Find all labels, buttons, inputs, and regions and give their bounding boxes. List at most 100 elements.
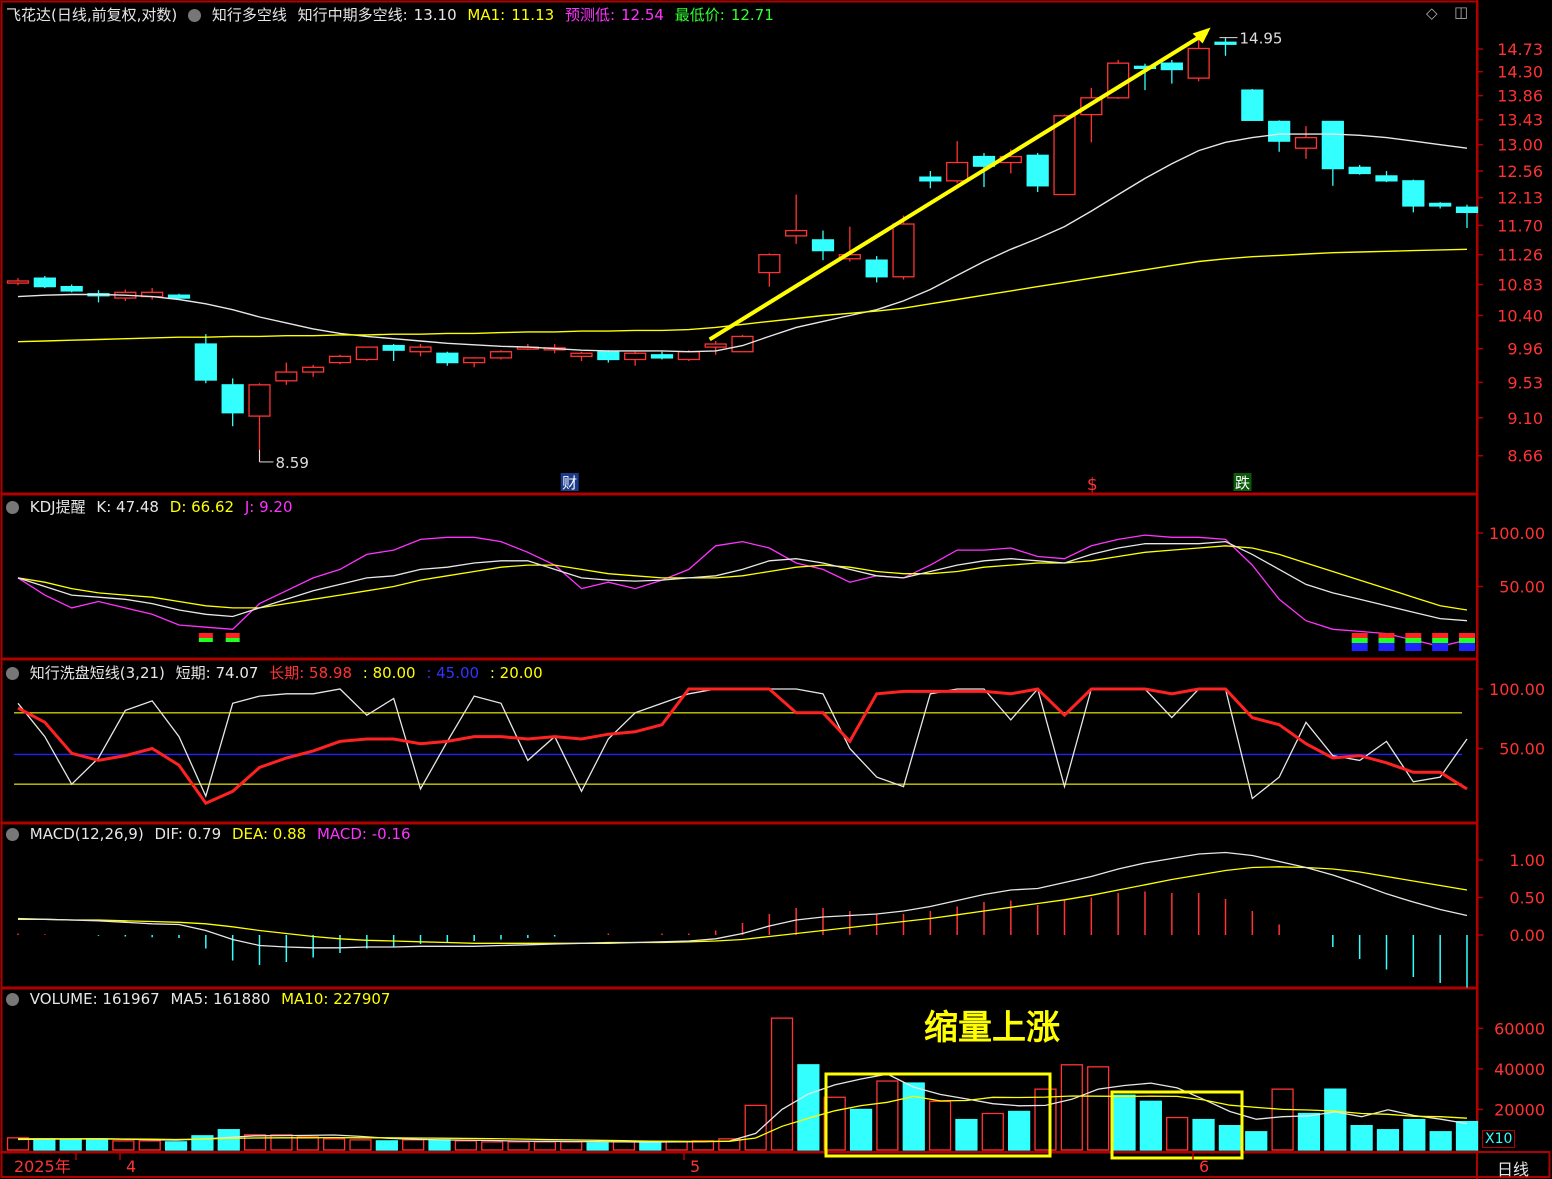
macd-header: MACD(12,26,9) DIF: 0.79 DEA: 0.88 MACD: … xyxy=(6,825,417,843)
volume-bar xyxy=(1324,1088,1347,1151)
pred-low-value: 12.54 xyxy=(621,6,664,24)
candle-body xyxy=(302,366,325,373)
wash-collapse-icon[interactable] xyxy=(6,667,19,680)
volume-bar xyxy=(1245,1131,1268,1151)
volume-bar xyxy=(243,1134,267,1151)
candle-body xyxy=(60,285,83,292)
xaxis-frame xyxy=(0,1151,1551,1178)
volume-bar xyxy=(349,1139,372,1151)
pane-frame-3 xyxy=(0,822,1479,989)
volume-bar xyxy=(85,1138,109,1151)
volume-bar xyxy=(665,1141,688,1151)
volume-bar xyxy=(1455,1120,1479,1151)
volume-bar xyxy=(955,1118,978,1151)
volume-bar xyxy=(33,1138,56,1151)
candle-body xyxy=(221,384,244,414)
volume-collapse-icon[interactable] xyxy=(6,993,19,1006)
volume-bar xyxy=(59,1139,82,1151)
price-tick-label: 10.83 xyxy=(1497,276,1543,295)
low-price-label: 8.59 xyxy=(276,454,309,472)
volume-bar xyxy=(112,1140,135,1151)
kdj-title: KDJ提醒 xyxy=(29,498,86,516)
event-marker-fall: 跌 xyxy=(1235,474,1250,492)
candle-body xyxy=(1160,62,1183,71)
volume-bar xyxy=(481,1141,504,1151)
kdj-signal-bar xyxy=(1351,643,1368,651)
volume-bar xyxy=(217,1129,240,1151)
candle-body xyxy=(758,254,781,274)
volume-bar xyxy=(849,1108,873,1151)
candle-body xyxy=(328,355,352,364)
candle-body xyxy=(570,352,593,358)
mid-line-value: 13.10 xyxy=(413,6,457,24)
event-marker-finance: 财 xyxy=(562,474,577,492)
volume-bar xyxy=(1008,1110,1031,1151)
kdj-signal-bar xyxy=(1378,638,1395,643)
volume-bar xyxy=(270,1134,293,1151)
candle-body xyxy=(1294,136,1318,149)
volume-bar xyxy=(744,1104,767,1151)
volume-bar xyxy=(928,1100,952,1151)
wash-level-80: : 80.00 xyxy=(362,664,416,682)
volume-bar xyxy=(164,1141,188,1151)
candle-body xyxy=(1187,47,1210,79)
volume-bar xyxy=(1218,1125,1242,1151)
volume-bar xyxy=(533,1141,557,1151)
volume-bar xyxy=(507,1141,530,1151)
collapse-icon[interactable] xyxy=(188,9,202,22)
candle-body xyxy=(892,223,915,278)
candle-body xyxy=(194,343,217,381)
xaxis-label: 6 xyxy=(1199,1157,1209,1176)
period-label[interactable]: 日线 xyxy=(1497,1156,1529,1179)
wash-short-line xyxy=(17,687,1468,800)
stock-title: 飞花达(日线,前复权,对数) xyxy=(6,6,178,24)
price-tick-label: 13.43 xyxy=(1497,111,1543,130)
volume-bar xyxy=(612,1141,636,1151)
indicator-name[interactable]: 知行多空线 xyxy=(212,6,287,24)
volume-bar xyxy=(797,1064,820,1151)
candle-body xyxy=(1053,115,1076,196)
pane-frame-0 xyxy=(0,0,1479,495)
volume-bar xyxy=(1192,1118,1215,1151)
candle-body xyxy=(6,280,30,284)
macd-tick-label: 1.00 xyxy=(1509,851,1545,870)
candle-body xyxy=(248,384,271,417)
kdj-signal-bar xyxy=(1351,633,1368,638)
candle-body xyxy=(624,352,647,361)
volume-bar xyxy=(428,1139,451,1151)
kdj-header: KDJ提醒 K: 47.48 D: 66.62 J: 9.20 xyxy=(6,496,299,517)
candle-body xyxy=(731,335,754,353)
volume-bar xyxy=(296,1136,319,1151)
volume-title: VOLUME: 161967 xyxy=(29,990,160,1008)
price-tick-label: 8.66 xyxy=(1507,447,1543,466)
kdj-k: K: 47.48 xyxy=(96,498,159,516)
price-tick-label: 12.13 xyxy=(1497,189,1543,208)
price-tick-label: 9.10 xyxy=(1507,409,1543,428)
kdj-d: D: 66.62 xyxy=(169,498,235,516)
macd-title: MACD(12,26,9) xyxy=(29,825,144,843)
pred-low-label: 预测低: xyxy=(564,6,616,24)
ma1-value: 11.13 xyxy=(511,6,555,24)
kdj-signal-bar xyxy=(1459,633,1475,638)
ma1-line xyxy=(17,248,1468,343)
macd-collapse-icon[interactable] xyxy=(6,828,19,841)
event-marker-dollar: $ xyxy=(1087,475,1098,495)
candle-body xyxy=(1241,89,1264,121)
panel-toggle-icon[interactable]: ◫ xyxy=(1454,3,1468,21)
xaxis-label: 5 xyxy=(690,1157,700,1176)
kdj-signal-bar xyxy=(1459,643,1475,651)
price-tick-label: 13.86 xyxy=(1497,87,1543,106)
main-header: 飞花达(日线,前复权,对数) 知行多空线 知行中期多空线: 13.10 MA1: 1… xyxy=(6,4,780,25)
kdj-signal-bar xyxy=(1405,633,1422,638)
kdj-collapse-icon[interactable] xyxy=(6,501,19,514)
wash-short: 短期: 74.07 xyxy=(175,664,259,682)
chart-stage: 14.73 14.30 13.86 13.43 13.00 12.56 12.13 11.70… xyxy=(0,0,1552,1179)
volume-bar xyxy=(454,1140,477,1151)
volume-header: VOLUME: 161967 MA5: 161880 MA10: 227907 xyxy=(6,990,396,1008)
candle-body xyxy=(811,239,835,252)
macd-dif: DIF: 0.79 xyxy=(154,825,222,843)
volume-ma5: MA5: 161880 xyxy=(170,990,271,1008)
macd-dea: DEA: 0.88 xyxy=(231,825,307,843)
kdj-signal-bar xyxy=(225,633,240,638)
diamond-icon[interactable]: ◇ xyxy=(1426,4,1438,22)
